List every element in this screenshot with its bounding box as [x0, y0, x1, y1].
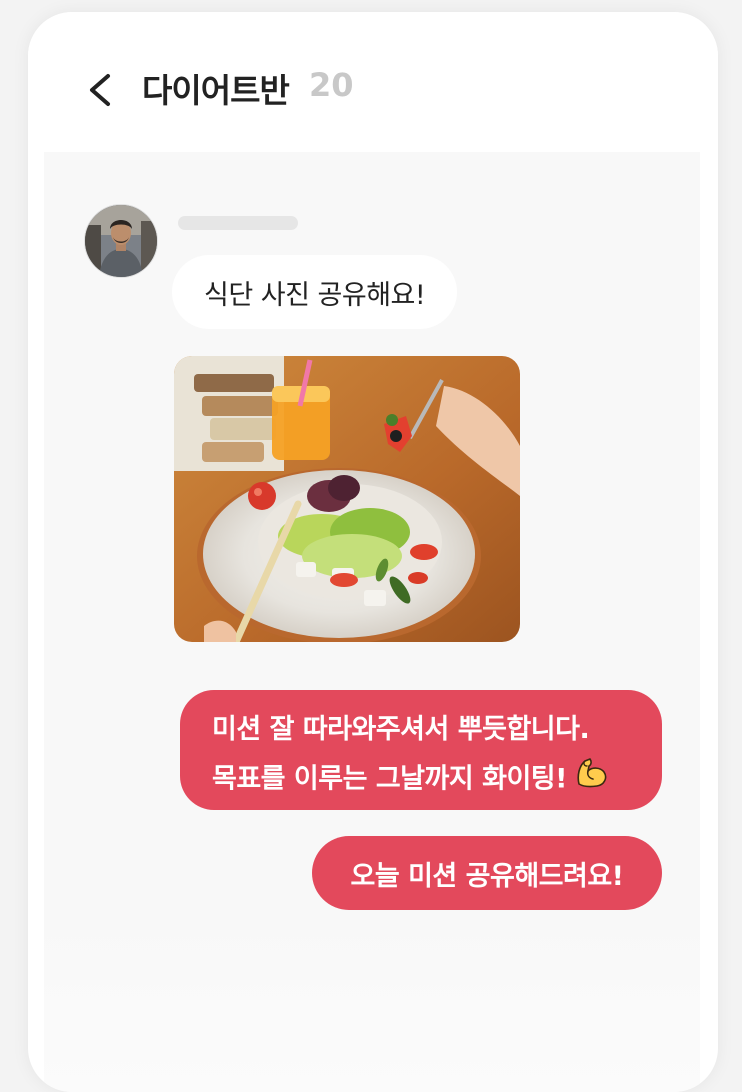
outgoing-message-bubble[interactable]: 미션 잘 따라와주셔서 뿌듯합니다. 목표를 이루는 그날까지 화이팅! [180, 690, 662, 810]
phone-frame: 다이어트반 20 식단 사진 공유해요! 미션 잘 따라와주셔서 뿌듯합니다. … [28, 12, 718, 1092]
outgoing-message-bubble[interactable]: 오늘 미션 공유해드려요! [312, 836, 662, 910]
flexed-biceps-icon [573, 754, 609, 806]
outgoing-message-text: 오늘 미션 공유해드려요! [350, 860, 624, 892]
incoming-message-text: 식단 사진 공유해요! [204, 279, 426, 311]
chat-room-title: 다이어트반 [142, 71, 290, 110]
outgoing-message-line: 목표를 이루는 그날까지 화이팅! [212, 754, 662, 806]
outgoing-message-line: 미션 잘 따라와주셔서 뿌듯합니다. [212, 714, 590, 745]
sender-name-placeholder [178, 216, 298, 230]
incoming-message-bubble[interactable]: 식단 사진 공유해요! [172, 255, 458, 329]
back-button[interactable] [82, 68, 122, 112]
chat-area[interactable]: 식단 사진 공유해요! 미션 잘 따라와주셔서 뿌듯합니다. 목표를 이루는 그… [44, 152, 700, 1092]
chevron-left-icon [90, 74, 110, 106]
member-count: 20 [309, 66, 354, 104]
chat-header: 다이어트반 20 [28, 12, 718, 152]
user-avatar[interactable] [84, 204, 158, 278]
salad-photo[interactable] [174, 356, 520, 642]
